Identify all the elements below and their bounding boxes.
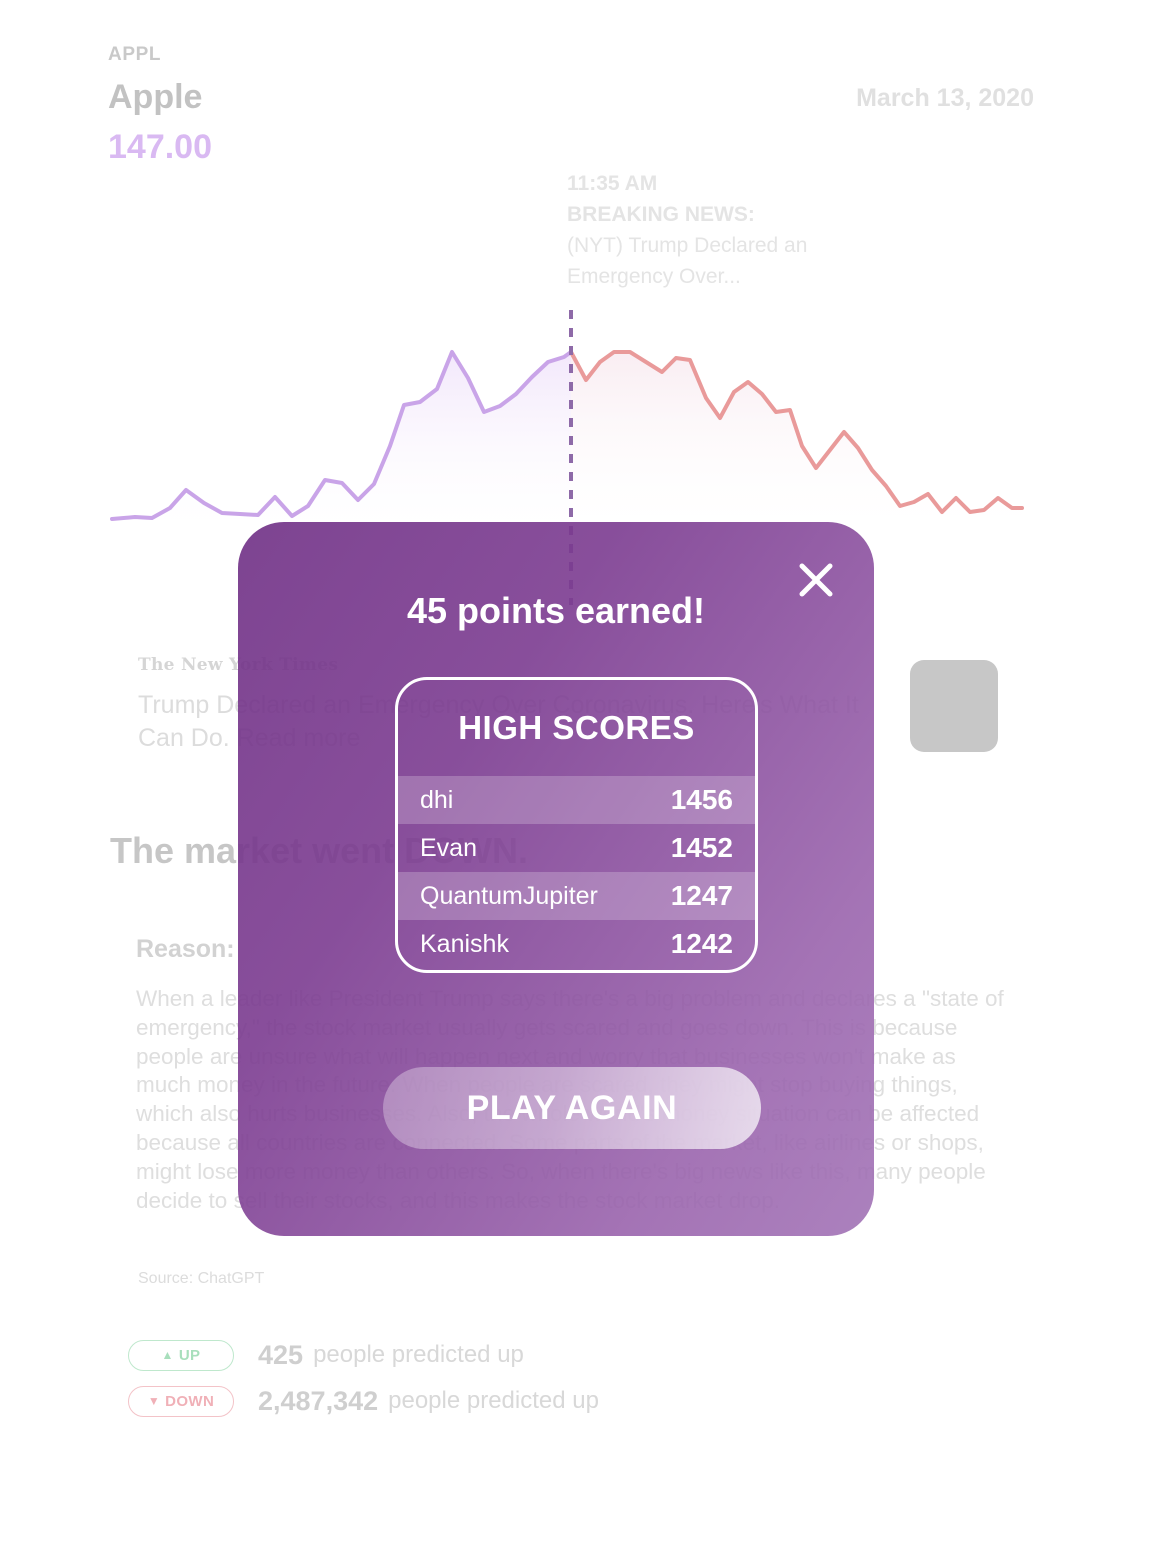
high-score-name: Kanishk: [420, 929, 509, 958]
high-score-name: Evan: [420, 833, 477, 862]
results-modal: 45 points earned! HIGH SCORES dhi 1456 E…: [238, 522, 874, 1236]
prediction-pill-up-label: UP: [178, 1346, 201, 1364]
ticker-symbol: APPL: [108, 44, 162, 65]
prediction-text-up: people predicted up: [313, 1341, 524, 1368]
prediction-text-down: people predicted up: [388, 1387, 599, 1414]
stock-price: 147.00: [108, 128, 212, 166]
article-thumbnail: [910, 660, 998, 752]
news-callout: 11:35 AM BREAKING NEWS: (NYT) Trump Decl…: [567, 168, 897, 292]
prediction-pill-up[interactable]: ▲ UP: [128, 1339, 234, 1371]
prediction-pill-down[interactable]: ▼ DOWN: [128, 1385, 234, 1417]
news-time: 11:35 AM: [567, 172, 658, 195]
prediction-pill-down-label: DOWN: [165, 1392, 215, 1410]
prediction-count-down: 2,487,342: [258, 1385, 379, 1416]
points-earned-title: 45 points earned!: [406, 590, 706, 631]
market-date: March 13, 2020: [856, 84, 1034, 112]
high-score-value: 1242: [670, 928, 733, 959]
high-score-value: 1247: [670, 880, 733, 911]
high-score-row: Kanishk 1242: [398, 920, 755, 968]
high-score-name: dhi: [420, 785, 454, 814]
arrow-up-icon: ▲: [161, 1348, 174, 1362]
high-score-value: 1456: [670, 784, 733, 815]
prediction-count-up: 425: [258, 1339, 304, 1370]
prediction-row-down: ▼ DOWN 2,487,342 people predicted up: [128, 1378, 599, 1424]
high-score-row: QuantumJupiter 1247: [398, 872, 755, 920]
prediction-row-up: ▲ UP 425 people predicted up: [128, 1332, 599, 1378]
play-again-button[interactable]: PLAY AGAIN: [383, 1067, 761, 1149]
high-scores-title: HIGH SCORES: [458, 709, 695, 746]
stock-chart: [0, 300, 1174, 550]
arrow-down-icon: ▼: [147, 1394, 161, 1408]
chart-area-before: [112, 352, 571, 528]
prediction-summary: ▲ UP 425 people predicted up ▼ DOWN 2,48…: [128, 1332, 599, 1424]
reason-heading: Reason:: [136, 935, 235, 963]
source-attribution: Source: ChatGPT: [138, 1270, 265, 1287]
news-headline: (NYT) Trump Declared an Emergency Over..…: [567, 234, 808, 289]
high-scores-panel: HIGH SCORES dhi 1456 Evan 1452 QuantumJu…: [395, 677, 758, 973]
chart-svg: [110, 350, 1024, 528]
high-score-name: QuantumJupiter: [420, 881, 598, 910]
news-breaking-label: BREAKING NEWS:: [567, 203, 755, 227]
high-score-row: dhi 1456: [398, 776, 755, 824]
high-score-value: 1452: [670, 832, 733, 863]
high-score-row: Evan 1452: [398, 824, 755, 872]
company-name: Apple: [108, 78, 203, 116]
